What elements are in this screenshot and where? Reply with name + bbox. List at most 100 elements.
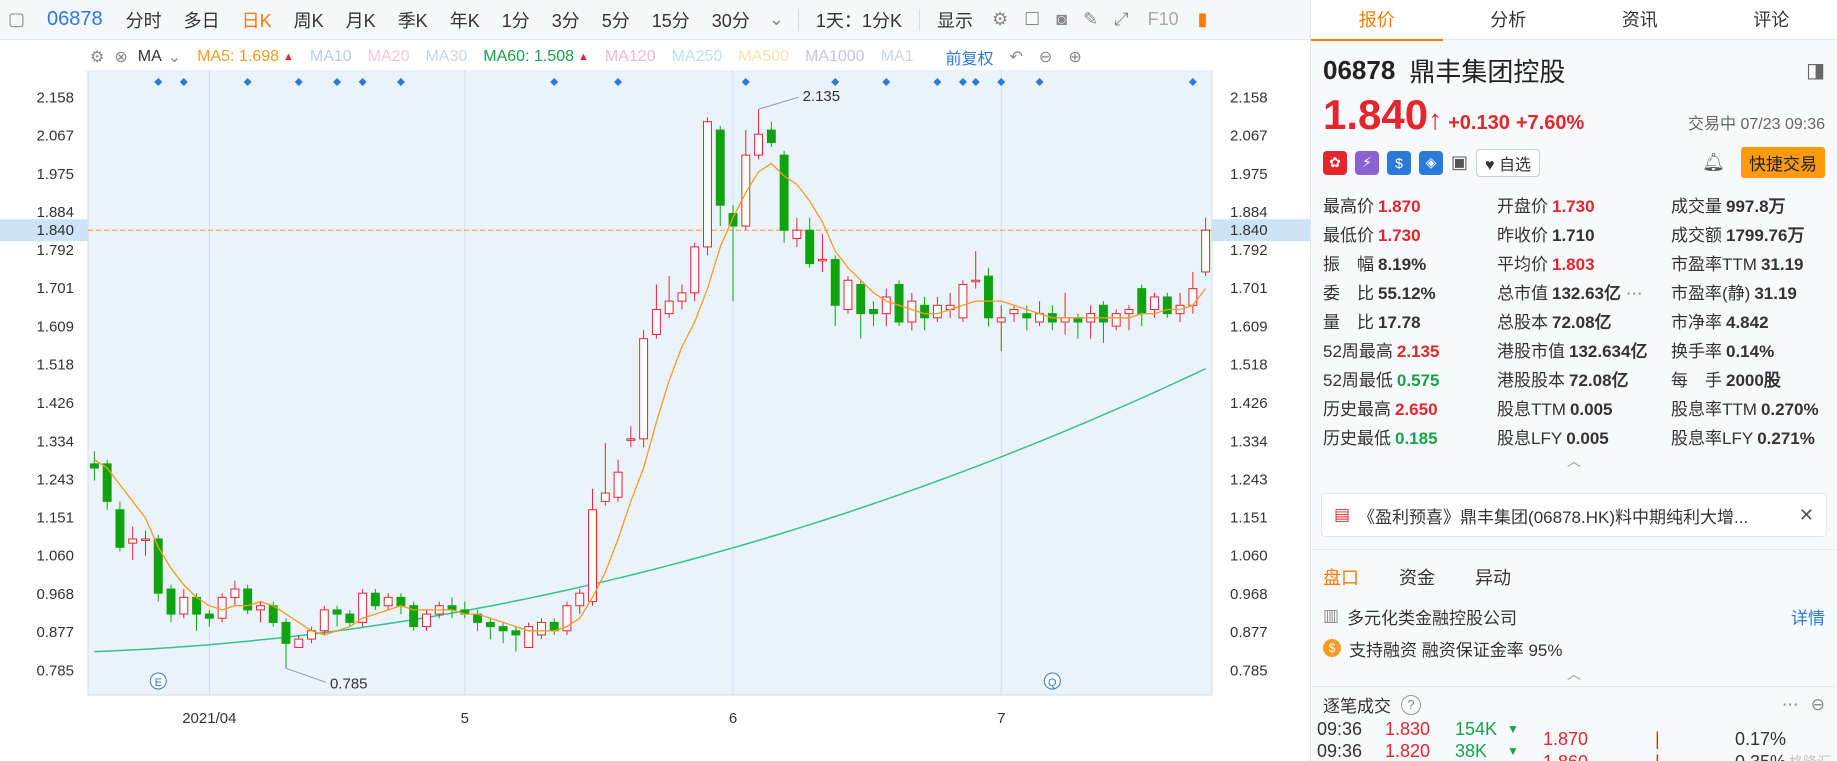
candle-body (920, 304, 930, 319)
sidebar-toggle-icon[interactable]: ▢ (0, 9, 33, 30)
y-tick-label-right: 1.518 (1230, 357, 1268, 374)
gear-icon[interactable]: ⚙ (984, 9, 1016, 30)
candle-body (677, 292, 687, 302)
fullscreen-icon[interactable]: ⤢ (1106, 9, 1136, 30)
stat-value: 31.19 (1754, 284, 1797, 303)
ma30-label: MA30 (425, 48, 468, 65)
stat-label: 量 比 (1323, 313, 1374, 332)
tab-comments[interactable]: 评论 (1706, 0, 1837, 40)
stat-label: 委 比 (1323, 284, 1374, 303)
period-tab-daily[interactable]: 日K (231, 7, 283, 33)
chevron-up-icon[interactable]: ︿ (1311, 664, 1837, 684)
y-tick-label-right: 0.877 (1230, 624, 1268, 641)
price-change: +0.130 (1448, 112, 1510, 134)
tab-news[interactable]: 资讯 (1574, 0, 1706, 40)
candle-body (485, 621, 495, 628)
period-tab-quarterly[interactable]: 季K (387, 7, 439, 33)
camera-icon[interactable]: ◙ (1048, 9, 1075, 30)
help-icon[interactable]: ? (1401, 694, 1421, 715)
watchlist-button[interactable]: ♥ 自选 (1476, 148, 1540, 177)
more-icon[interactable]: ⋯ (1621, 284, 1643, 303)
stat-value: 997.8万 (1726, 197, 1786, 216)
tab-capital[interactable]: 资金 (1399, 564, 1435, 590)
stat-label: 52周最高 (1323, 342, 1393, 361)
candle-body (1111, 313, 1121, 327)
more-icon[interactable]: ⋯ (1782, 695, 1799, 715)
stat-value: 132.63亿 (1552, 284, 1621, 303)
panel-toggle-icon[interactable]: ▮ (1190, 9, 1216, 30)
y-tick-label-right: 2.067 (1230, 127, 1268, 144)
dollar-icon[interactable]: $ (1387, 150, 1411, 175)
candle-body (166, 588, 176, 615)
candle-body (754, 133, 764, 156)
display-menu[interactable]: 显示 (926, 7, 984, 33)
tag-icon[interactable]: ◈ (1419, 150, 1443, 175)
detail-link[interactable]: 详情 (1791, 604, 1825, 629)
period-tab-multiday[interactable]: 多日 (173, 7, 231, 33)
chevron-down-icon[interactable]: ⌄ (168, 47, 181, 67)
ma20-label: MA20 (367, 48, 410, 65)
last-price: 1.840 (1323, 91, 1429, 138)
candle-body (996, 317, 1006, 323)
stat-label: 市净率 (1671, 313, 1722, 332)
y-tick-label-right: 1.792 (1230, 242, 1268, 259)
flash-icon[interactable]: ⚡ (1355, 150, 1379, 175)
sidebar-collapse-icon[interactable]: ◨ (1806, 58, 1825, 83)
indicator-select[interactable]: MA (138, 48, 162, 66)
note-icon[interactable]: ▣ (1451, 152, 1468, 173)
candle-body (281, 621, 291, 644)
f10-button[interactable]: F10 (1137, 9, 1190, 30)
zoom-out-icon[interactable]: ⊖ (1039, 47, 1052, 67)
bell-icon[interactable]: 🔔︎ (1702, 152, 1725, 173)
news-headline: 《盈利预喜》鼎丰集团(06878.HK)料中期纯利大增... (1358, 507, 1749, 527)
stat-label: 最高价 (1323, 197, 1374, 216)
period-tab-yearly[interactable]: 年K (439, 7, 491, 33)
zoom-in-icon[interactable]: ⊕ (1068, 47, 1081, 67)
period-tab-3min[interactable]: 3分 (541, 7, 591, 33)
minus-icon[interactable]: ⊖ (1811, 695, 1825, 715)
hk-flag-icon[interactable]: ✿ (1323, 150, 1347, 175)
period-tab-intraday[interactable]: 分时 (115, 7, 173, 33)
tab-movement[interactable]: 异动 (1475, 564, 1511, 590)
news-banner[interactable]: ▤ 《盈利预喜》鼎丰集团(06878.HK)料中期纯利大增... ✕ (1321, 493, 1827, 537)
candle-body (536, 621, 546, 636)
ma60-value: MA60: 1.508 (483, 48, 574, 65)
close-icon[interactable]: ⊗ (114, 47, 127, 67)
stat-item: 昨收价 1.710 (1497, 221, 1671, 246)
y-tick-label-left: 2.158 (36, 90, 74, 107)
period-tab-monthly[interactable]: 月K (335, 7, 387, 33)
y-tick-label-right: 1.701 (1230, 280, 1268, 297)
candlestick-chart[interactable]: 2.158 2.158 2.067 2.067 1.975 1.975 1.884 1.884… (0, 70, 1310, 761)
trade-volume: 154K (1455, 722, 1498, 739)
period-tab-30min[interactable]: 30分 (701, 7, 761, 33)
close-icon[interactable]: ✕ (1799, 505, 1814, 526)
y-tick-label-left: 1.701 (36, 280, 74, 297)
stat-label: 股息率TTM (1671, 400, 1757, 419)
period-tab-weekly[interactable]: 周K (283, 7, 335, 33)
adjust-select[interactable]: 前复权 (946, 45, 994, 69)
period-tab-5min[interactable]: 5分 (591, 7, 641, 33)
undo-icon[interactable]: ↶ (1010, 47, 1023, 67)
layout-icon[interactable]: ☐ (1016, 9, 1048, 30)
y-tick-label-right: 1.243 (1230, 471, 1268, 488)
tab-quote[interactable]: 报价 (1311, 0, 1443, 41)
stat-item: 历史最高 2.650 (1323, 395, 1497, 420)
quarter-marker-label: Q (1048, 677, 1057, 689)
chevron-up-icon[interactable]: ︿ (1311, 451, 1837, 471)
period-tab-15min[interactable]: 15分 (641, 7, 701, 33)
period-tab-1min[interactable]: 1分 (491, 7, 541, 33)
tab-analysis[interactable]: 分析 (1443, 0, 1575, 40)
candle-body (179, 596, 189, 615)
tab-orderbook[interactable]: 盘口 (1323, 564, 1359, 590)
chevron-down-icon[interactable]: ⌄ (761, 9, 792, 30)
stat-item: 开盘价 1.730 (1497, 192, 1671, 217)
candle-body (128, 538, 138, 544)
divider (918, 8, 920, 31)
ma5-value: MA5: 1.698 (197, 48, 279, 65)
pen-icon[interactable]: ✎ (1075, 9, 1106, 30)
stat-value: 0.005 (1566, 429, 1609, 448)
interval-select[interactable]: 1天：1分K (805, 7, 913, 33)
quick-trade-button[interactable]: 快捷交易 (1741, 147, 1825, 178)
stat-label: 平均价 (1497, 255, 1548, 274)
gear-icon[interactable]: ⚙ (90, 47, 104, 67)
